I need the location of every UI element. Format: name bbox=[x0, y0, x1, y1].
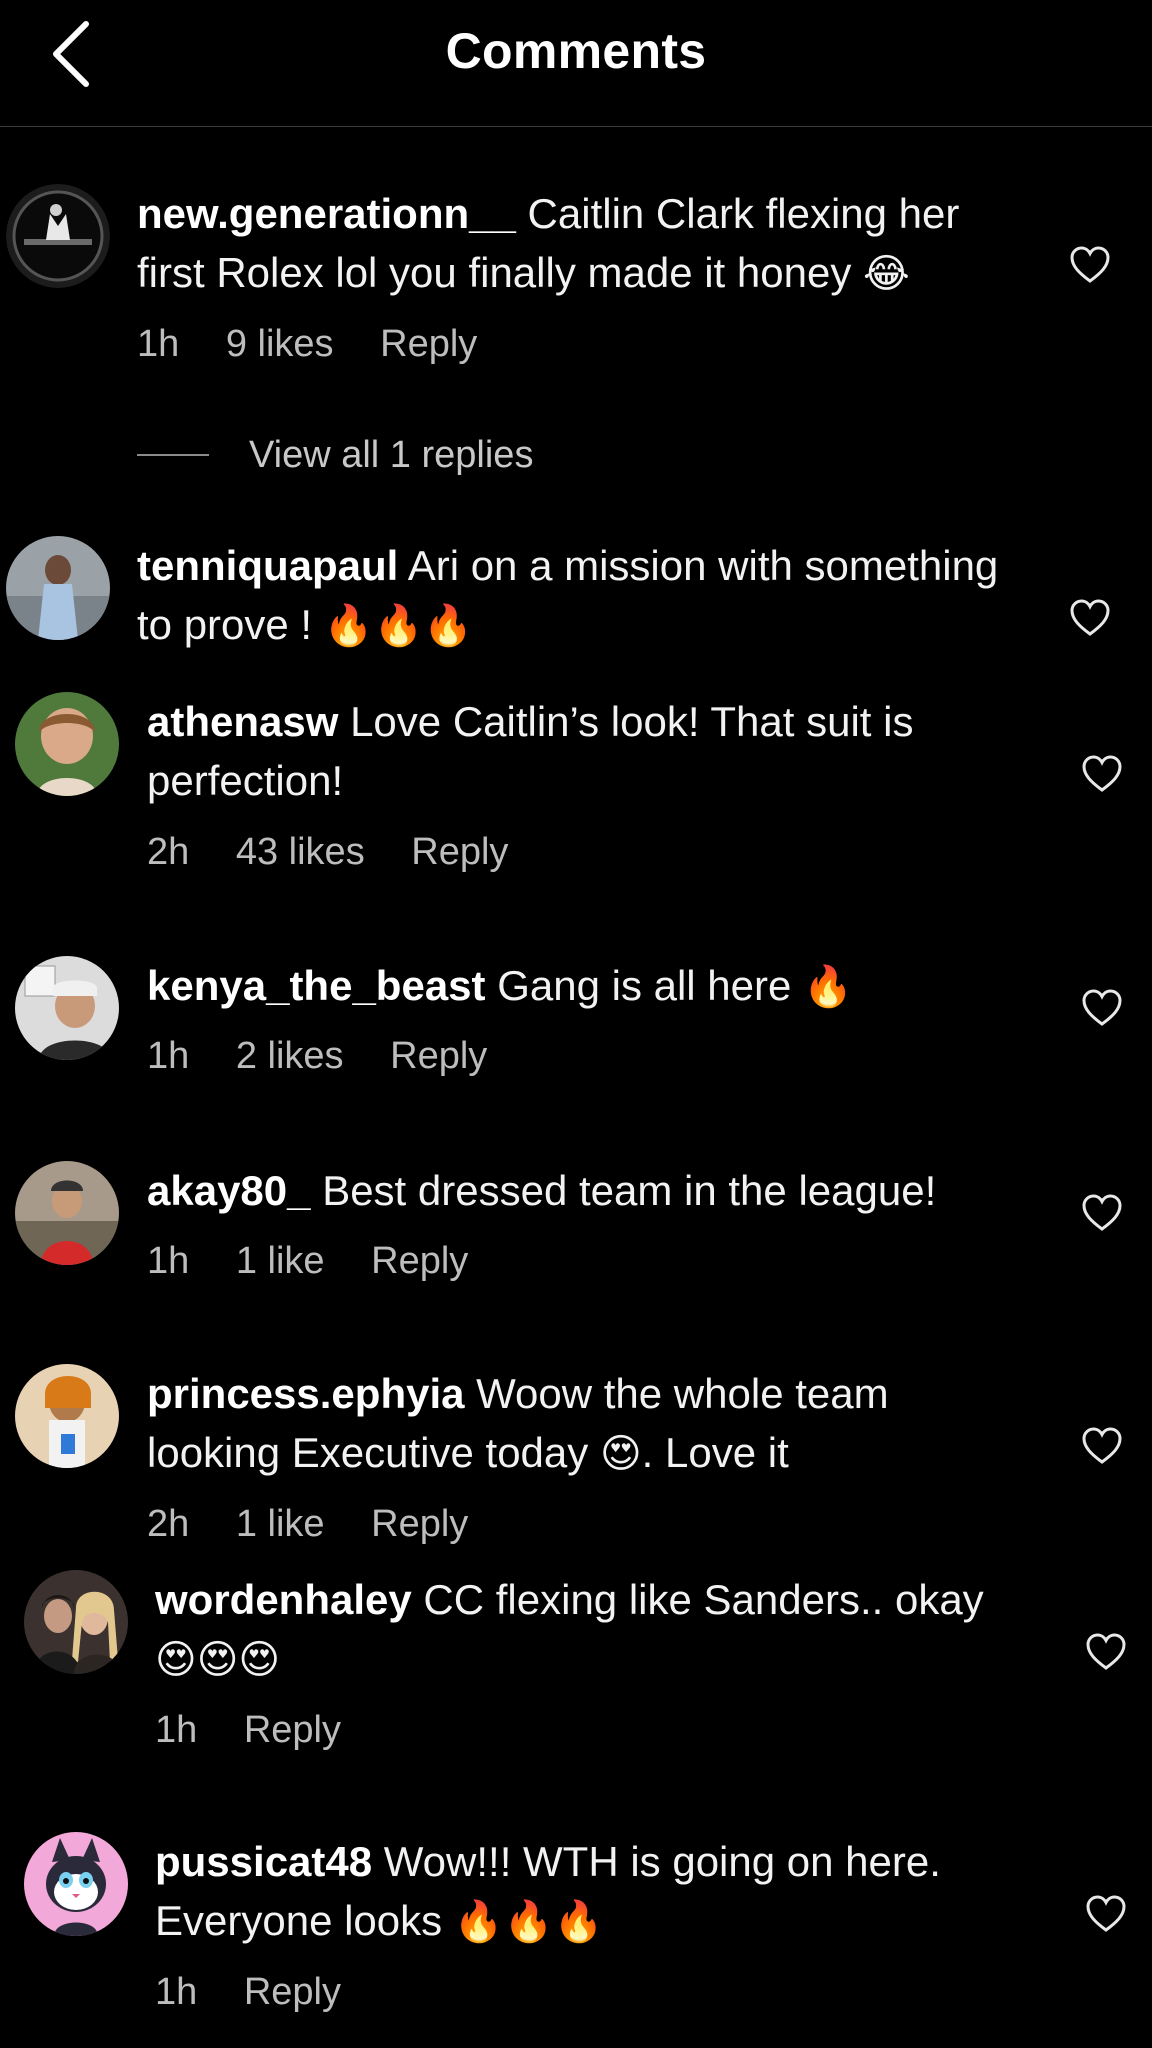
likes-count[interactable]: 43 likes bbox=[236, 831, 365, 873]
avatar[interactable] bbox=[15, 956, 119, 1060]
comment-username[interactable]: kenya_the_beast bbox=[147, 962, 486, 1009]
comment-text: CC flexing like Sanders.. okay bbox=[423, 1576, 984, 1623]
comment-time: 1h bbox=[137, 323, 180, 365]
comment-time: 2h bbox=[147, 1503, 190, 1545]
comment-username[interactable]: pussicat48 bbox=[155, 1838, 372, 1885]
comment-meta: 1h Reply bbox=[155, 1709, 377, 1752]
comment-time: 2h bbox=[147, 831, 190, 873]
like-button[interactable] bbox=[1081, 988, 1123, 1028]
fire-emoji: 🔥 bbox=[803, 965, 853, 1009]
avatar[interactable] bbox=[6, 536, 110, 640]
heart-icon bbox=[1082, 1427, 1122, 1464]
heart-icon bbox=[1086, 1895, 1126, 1932]
like-button[interactable] bbox=[1069, 245, 1111, 285]
comment-username[interactable]: wordenhaley bbox=[155, 1576, 412, 1623]
reply-button[interactable]: Reply bbox=[371, 1503, 468, 1545]
comment-text: Best dressed team in the league! bbox=[322, 1167, 937, 1214]
reply-button[interactable]: Reply bbox=[244, 1971, 341, 2013]
comment-time: 1h bbox=[155, 1709, 198, 1751]
avatar[interactable] bbox=[15, 1161, 119, 1265]
comment-time: 1h bbox=[147, 1240, 190, 1282]
avatar[interactable] bbox=[24, 1832, 128, 1936]
like-button[interactable] bbox=[1081, 754, 1123, 794]
like-button[interactable] bbox=[1081, 1193, 1123, 1233]
comment-username[interactable]: princess.ephyia bbox=[147, 1370, 464, 1417]
likes-count[interactable]: 1 like bbox=[236, 1240, 325, 1282]
laughing-emoji: 😂 bbox=[863, 252, 910, 296]
reply-button[interactable]: Reply bbox=[390, 1035, 487, 1077]
view-replies-label: View all 1 replies bbox=[249, 433, 534, 476]
view-replies-button[interactable]: View all 1 replies bbox=[137, 430, 533, 480]
comment-meta: 1h 2 likes Reply bbox=[147, 1035, 523, 1078]
likes-count[interactable]: 9 likes bbox=[226, 323, 334, 365]
reply-button[interactable]: Reply bbox=[371, 1240, 468, 1282]
page-title: Comments bbox=[445, 23, 707, 79]
comment-time: 1h bbox=[155, 1971, 198, 2013]
comment-meta: 1h Reply bbox=[155, 1971, 377, 2014]
like-button[interactable] bbox=[1085, 1632, 1127, 1672]
reply-button[interactable]: Reply bbox=[244, 1709, 341, 1751]
comment-meta: 1h 1 like Reply bbox=[147, 1240, 504, 1283]
avatar[interactable] bbox=[24, 1570, 128, 1674]
reply-button[interactable]: Reply bbox=[411, 831, 508, 873]
comment-time: 1h bbox=[147, 1035, 190, 1077]
heart-icon bbox=[1082, 989, 1122, 1026]
comment-username[interactable]: tenniquapaul bbox=[137, 542, 398, 589]
comment-text: Gang is all here bbox=[497, 962, 792, 1009]
avatar[interactable] bbox=[15, 692, 119, 796]
fire-emoji: 🔥🔥🔥 bbox=[323, 604, 474, 648]
heart-eyes-emoji: 😍😍😍 bbox=[155, 1638, 281, 1682]
heart-icon bbox=[1086, 1633, 1126, 1670]
like-button[interactable] bbox=[1085, 1894, 1127, 1934]
comment-username[interactable]: athenasw bbox=[147, 698, 338, 745]
like-button[interactable] bbox=[1069, 598, 1111, 638]
avatar[interactable] bbox=[15, 1364, 119, 1468]
comment-username[interactable]: new.generationn__ bbox=[137, 190, 516, 237]
heart-icon bbox=[1070, 246, 1110, 283]
heart-icon bbox=[1082, 755, 1122, 792]
heart-eyes-emoji: 😍 bbox=[599, 1432, 642, 1476]
comment-meta: 1h 9 likes Reply bbox=[137, 323, 513, 366]
heart-icon bbox=[1070, 599, 1110, 636]
comment-meta: 2h 43 likes Reply bbox=[147, 831, 544, 874]
avatar[interactable] bbox=[6, 184, 110, 288]
comment-text-after: . Love it bbox=[641, 1429, 789, 1476]
comment-username[interactable]: akay80_ bbox=[147, 1167, 311, 1214]
comments-header: Comments bbox=[0, 0, 1152, 127]
reply-button[interactable]: Reply bbox=[380, 323, 477, 365]
likes-count[interactable]: 1 like bbox=[236, 1503, 325, 1545]
divider-line bbox=[137, 454, 209, 456]
comment-meta: 2h 1 like Reply bbox=[147, 1503, 504, 1546]
likes-count[interactable]: 2 likes bbox=[236, 1035, 344, 1077]
heart-icon bbox=[1082, 1194, 1122, 1231]
like-button[interactable] bbox=[1081, 1426, 1123, 1466]
fire-emoji: 🔥🔥🔥 bbox=[453, 1900, 604, 1944]
